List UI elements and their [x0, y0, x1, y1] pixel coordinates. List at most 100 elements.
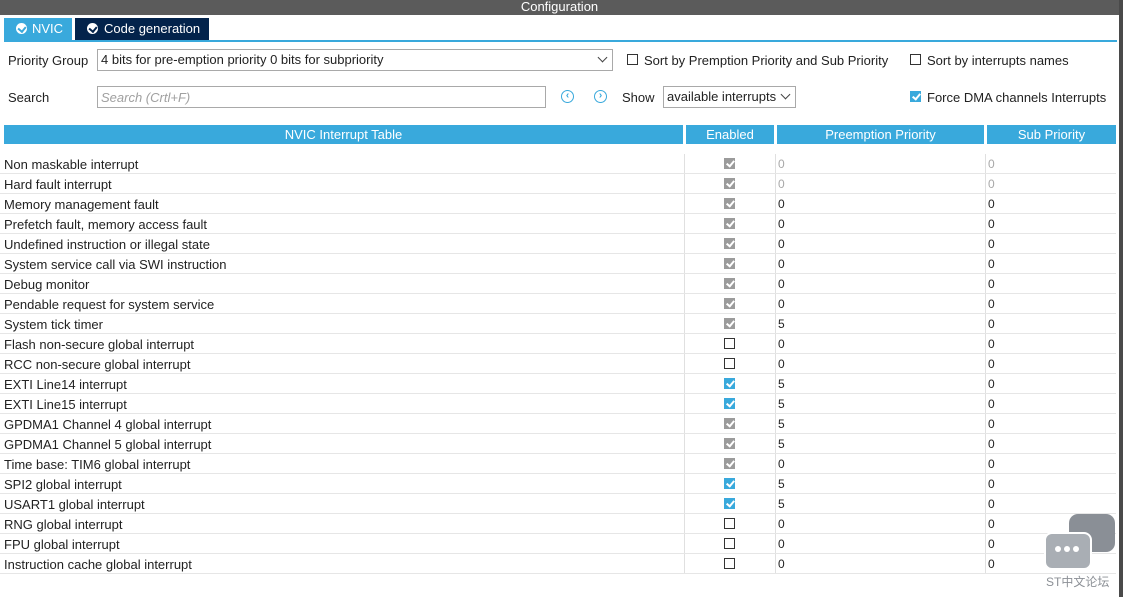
enabled-checkbox — [724, 198, 735, 209]
preemption-priority-cell[interactable]: 0 — [778, 277, 785, 292]
column-divider — [985, 314, 986, 334]
check-circle-icon — [16, 23, 27, 34]
sub-priority-cell[interactable]: 0 — [988, 457, 995, 472]
enabled-checkbox[interactable] — [724, 558, 735, 569]
sub-priority-cell[interactable]: 0 — [988, 517, 995, 532]
sub-priority-cell[interactable]: 0 — [988, 437, 995, 452]
sub-priority-cell[interactable]: 0 — [988, 237, 995, 252]
table-row[interactable]: Prefetch fault, memory access fault 0 0 — [0, 214, 1117, 234]
sub-priority-cell[interactable]: 0 — [988, 497, 995, 512]
preemption-priority-cell[interactable]: 0 — [778, 517, 785, 532]
interrupt-name: Instruction cache global interrupt — [4, 557, 192, 572]
preemption-priority-cell[interactable]: 0 — [778, 257, 785, 272]
column-header-name[interactable]: NVIC Interrupt Table — [4, 125, 683, 144]
column-divider — [985, 534, 986, 554]
sub-priority-cell[interactable]: 0 — [988, 337, 995, 352]
search-previous-icon[interactable]: ‹ — [561, 90, 574, 103]
preemption-priority-cell[interactable]: 5 — [778, 437, 785, 452]
table-row[interactable]: RNG global interrupt 0 0 — [0, 514, 1117, 534]
table-row[interactable]: Time base: TIM6 global interrupt 0 0 — [0, 454, 1117, 474]
table-row[interactable]: RCC non-secure global interrupt 0 0 — [0, 354, 1117, 374]
table-row[interactable]: Flash non-secure global interrupt 0 0 — [0, 334, 1117, 354]
enabled-checkbox[interactable] — [724, 398, 735, 409]
tab-code-generation[interactable]: Code generation — [75, 18, 209, 40]
table-row[interactable]: System tick timer 5 0 — [0, 314, 1117, 334]
tab-bar: NVIC Code generation — [0, 15, 1119, 41]
preemption-priority-cell[interactable]: 0 — [778, 297, 785, 312]
table-row[interactable]: USART1 global interrupt 5 0 — [0, 494, 1117, 514]
table-row[interactable]: EXTI Line15 interrupt 5 0 — [0, 394, 1117, 414]
preemption-priority-cell[interactable]: 0 — [778, 237, 785, 252]
sort-premption-checkbox[interactable] — [627, 54, 638, 65]
row-separator — [0, 573, 1116, 574]
sub-priority-cell[interactable]: 0 — [988, 477, 995, 492]
interrupt-name: Debug monitor — [4, 277, 90, 292]
preemption-priority-cell[interactable]: 0 — [778, 217, 785, 232]
table-row[interactable]: Memory management fault 0 0 — [0, 194, 1117, 214]
table-row[interactable]: Debug monitor 0 0 — [0, 274, 1117, 294]
sub-priority-cell[interactable]: 0 — [988, 397, 995, 412]
enabled-checkbox[interactable] — [724, 338, 735, 349]
sub-priority-cell[interactable]: 0 — [988, 357, 995, 372]
column-divider — [684, 334, 685, 354]
enabled-checkbox — [724, 318, 735, 329]
search-input[interactable] — [97, 86, 546, 108]
preemption-priority-cell[interactable]: 5 — [778, 477, 785, 492]
preemption-priority-cell[interactable]: 5 — [778, 317, 785, 332]
column-header-enabled[interactable]: Enabled — [686, 125, 774, 144]
preemption-priority-cell[interactable]: 5 — [778, 497, 785, 512]
table-row[interactable]: GPDMA1 Channel 5 global interrupt 5 0 — [0, 434, 1117, 454]
tab-nvic[interactable]: NVIC — [4, 18, 72, 40]
enabled-checkbox[interactable] — [724, 498, 735, 509]
enabled-checkbox — [724, 258, 735, 269]
interrupt-name: Non maskable interrupt — [4, 157, 139, 172]
force-dma-checkbox[interactable] — [910, 91, 921, 102]
search-next-icon[interactable]: › — [594, 90, 607, 103]
enabled-checkbox[interactable] — [724, 478, 735, 489]
column-divider — [775, 334, 776, 354]
sort-names-checkbox[interactable] — [910, 54, 921, 65]
table-row[interactable]: SPI2 global interrupt 5 0 — [0, 474, 1117, 494]
preemption-priority-cell[interactable]: 0 — [778, 457, 785, 472]
table-row[interactable]: Hard fault interrupt 0 0 — [0, 174, 1117, 194]
table-row[interactable]: Pendable request for system service 0 0 — [0, 294, 1117, 314]
column-header-preemption[interactable]: Preemption Priority — [777, 125, 984, 144]
column-divider — [775, 234, 776, 254]
preemption-priority-cell[interactable]: 5 — [778, 377, 785, 392]
enabled-checkbox[interactable] — [724, 378, 735, 389]
table-row[interactable]: Undefined instruction or illegal state 0 0 — [0, 234, 1117, 254]
table-row[interactable]: GPDMA1 Channel 4 global interrupt 5 0 — [0, 414, 1117, 434]
preemption-priority-cell[interactable]: 0 — [778, 337, 785, 352]
sub-priority-cell[interactable]: 0 — [988, 377, 995, 392]
interrupt-name: Memory management fault — [4, 197, 159, 212]
preemption-priority-cell[interactable]: 5 — [778, 417, 785, 432]
show-filter-select[interactable]: available interrupts — [663, 86, 796, 108]
enabled-checkbox[interactable] — [724, 358, 735, 369]
sub-priority-cell[interactable]: 0 — [988, 537, 995, 552]
table-row[interactable]: System service call via SWI instruction 0… — [0, 254, 1117, 274]
preemption-priority-cell[interactable]: 0 — [778, 557, 785, 572]
sub-priority-cell[interactable]: 0 — [988, 277, 995, 292]
sub-priority-cell[interactable]: 0 — [988, 297, 995, 312]
table-row[interactable]: Non maskable interrupt 0 0 — [0, 154, 1117, 174]
search-label: Search — [8, 90, 50, 105]
preemption-priority-cell[interactable]: 5 — [778, 397, 785, 412]
preemption-priority-cell[interactable]: 0 — [778, 197, 785, 212]
sub-priority-cell[interactable]: 0 — [988, 557, 995, 572]
priority-group-select[interactable]: 4 bits for pre-emption priority 0 bits f… — [97, 49, 613, 71]
sub-priority-cell[interactable]: 0 — [988, 197, 995, 212]
sub-priority-cell[interactable]: 0 — [988, 417, 995, 432]
enabled-checkbox[interactable] — [724, 518, 735, 529]
enabled-checkbox[interactable] — [724, 538, 735, 549]
interrupt-name: Hard fault interrupt — [4, 177, 112, 192]
sub-priority-cell[interactable]: 0 — [988, 317, 995, 332]
preemption-priority-cell[interactable]: 0 — [778, 357, 785, 372]
column-header-sub-priority[interactable]: Sub Priority — [987, 125, 1116, 144]
sub-priority-cell[interactable]: 0 — [988, 217, 995, 232]
table-row[interactable]: FPU global interrupt 0 0 — [0, 534, 1117, 554]
table-row[interactable]: EXTI Line14 interrupt 5 0 — [0, 374, 1117, 394]
column-divider — [684, 154, 685, 174]
table-row[interactable]: Instruction cache global interrupt 0 0 — [0, 554, 1117, 574]
sub-priority-cell[interactable]: 0 — [988, 257, 995, 272]
preemption-priority-cell[interactable]: 0 — [778, 537, 785, 552]
